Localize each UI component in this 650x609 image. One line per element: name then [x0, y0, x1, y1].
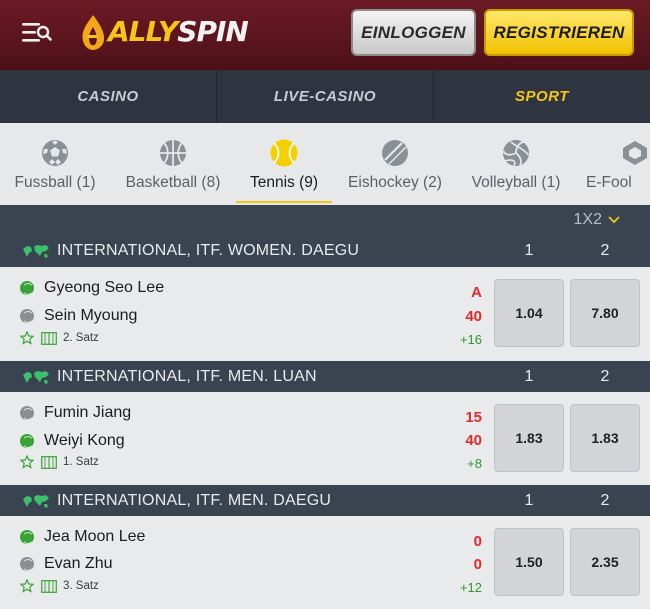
score-home: 0 [473, 533, 482, 550]
world-map-icon [23, 371, 49, 384]
league-header[interactable]: INTERNATIONAL, ITF. MEN. LUAN 1 2 [0, 361, 650, 393]
sport-label: Basketball (8) [125, 174, 221, 191]
player-name: Weiyi Kong [44, 432, 125, 449]
sport-basketball[interactable]: Basketball (8) [120, 138, 226, 192]
main-nav: CASINO LIVE-CASINO SPORT [0, 70, 650, 123]
tab-casino[interactable]: CASINO [0, 70, 217, 123]
score-away: 0 [473, 556, 482, 573]
column-header-1: 1 [524, 242, 534, 259]
allyspin-logo[interactable]: ALLYSPIN [78, 12, 249, 52]
favorite-star-icon[interactable] [20, 331, 34, 345]
sport-tennis[interactable]: Tennis (9) [244, 138, 324, 192]
top-header: ALLYSPIN EINLOGGEN REGISTRIEREN [0, 0, 650, 70]
league-name: INTERNATIONAL, ITF. WOMEN. DAEGU [57, 242, 360, 259]
player-name: Gyeong Seo Lee [44, 279, 165, 296]
register-button[interactable]: REGISTRIEREN [484, 9, 634, 56]
match-row[interactable]: Gyeong Seo Lee Sein Myoung 2. Satz A 40 … [0, 267, 650, 361]
match-row[interactable]: Fumin Jiang Weiyi Kong 1. Satz 15 40 +8 … [0, 392, 650, 486]
court-icon[interactable] [41, 579, 57, 593]
league-header[interactable]: INTERNATIONAL, ITF. WOMEN. DAEGU 1 2 [0, 235, 650, 267]
column-header-2: 2 [600, 242, 610, 259]
column-header-2: 2 [600, 492, 610, 509]
league-header[interactable]: INTERNATIONAL, ITF. MEN. DAEGU 1 2 [0, 485, 650, 517]
player-away: Evan Zhu [20, 555, 112, 573]
player-name: Jea Moon Lee [44, 528, 146, 545]
column-header-2: 2 [600, 368, 610, 385]
set-status: 2. Satz [63, 332, 99, 344]
league-name: INTERNATIONAL, ITF. MEN. LUAN [57, 368, 317, 385]
esports-icon [623, 141, 647, 165]
sport-soccer[interactable]: Fussball (1) [12, 138, 98, 192]
more-markets-link[interactable]: +12 [442, 580, 482, 595]
odds-button-1[interactable]: 1.83 [494, 404, 564, 472]
tennis-ball-icon [270, 139, 298, 167]
odds-button-2[interactable]: 1.83 [570, 404, 640, 472]
column-header-1: 1 [524, 492, 534, 509]
sport-label: Fussball (1) [14, 174, 96, 191]
score-away: 40 [465, 432, 482, 449]
sport-esports[interactable]: E-Fool [586, 138, 650, 192]
set-status: 1. Satz [63, 456, 99, 468]
odds-button-1[interactable]: 1.50 [494, 528, 564, 596]
sport-label: Volleyball (1) [471, 174, 561, 191]
player-away: Sein Myoung [20, 307, 137, 325]
active-sport-underline [236, 201, 332, 203]
more-markets-link[interactable]: +16 [442, 332, 482, 347]
column-header-1: 1 [524, 368, 534, 385]
player-home: Gyeong Seo Lee [20, 279, 164, 297]
player-name: Sein Myoung [44, 307, 138, 324]
logo-text-spin: SPIN [177, 15, 249, 48]
court-icon[interactable] [41, 331, 57, 345]
soccer-ball-icon [42, 140, 68, 166]
match-meta: 2. Satz [20, 331, 99, 345]
serve-indicator-icon [20, 530, 34, 544]
match-meta: 1. Satz [20, 455, 99, 469]
flame-logo-icon [82, 15, 105, 50]
volleyball-icon [502, 140, 530, 167]
sport-label: E-Fool [586, 174, 632, 191]
logo-text-ally: ALLY [108, 15, 178, 48]
menu-search-icon[interactable] [22, 20, 52, 46]
odds-button-2[interactable]: 2.35 [570, 528, 640, 596]
score-away: 40 [465, 308, 482, 325]
sport-label: Eishockey (2) [348, 174, 442, 191]
player-away: Weiyi Kong [20, 432, 125, 450]
odds-button-2[interactable]: 7.80 [570, 279, 640, 347]
favorite-star-icon[interactable] [20, 455, 34, 469]
world-map-icon [23, 495, 49, 508]
match-row[interactable]: Jea Moon Lee Evan Zhu 3. Satz 0 0 +12 1.… [0, 516, 650, 609]
more-markets-link[interactable]: +8 [442, 456, 482, 471]
court-icon[interactable] [41, 455, 57, 469]
match-meta: 3. Satz [20, 579, 99, 593]
league-name: INTERNATIONAL, ITF. MEN. DAEGU [57, 492, 332, 509]
sport-volleyball[interactable]: Volleyball (1) [466, 138, 566, 192]
tennis-ball-icon [20, 309, 34, 323]
tennis-ball-icon [20, 406, 34, 420]
player-name: Evan Zhu [44, 555, 113, 572]
sport-icehockey[interactable]: Eishockey (2) [342, 138, 448, 192]
serve-indicator-icon [20, 434, 34, 448]
odds-button-1[interactable]: 1.04 [494, 279, 564, 347]
tab-sport[interactable]: SPORT [434, 70, 650, 123]
serve-indicator-icon [20, 281, 34, 295]
score-home: A [471, 284, 482, 301]
hockey-puck-icon [382, 140, 408, 166]
favorite-star-icon[interactable] [20, 579, 34, 593]
sport-label: Tennis (9) [249, 174, 319, 191]
odds-type-selector[interactable]: 1X2 [574, 211, 602, 229]
chevron-down-icon[interactable] [608, 214, 620, 226]
score-home: 15 [465, 409, 482, 426]
login-button[interactable]: EINLOGGEN [351, 9, 476, 56]
player-home: Fumin Jiang [20, 404, 131, 422]
tab-live-casino[interactable]: LIVE-CASINO [217, 70, 434, 123]
sports-category-bar: Fussball (1) Basketball (8) Tennis (9) E… [0, 123, 650, 205]
player-home: Jea Moon Lee [20, 528, 145, 546]
tennis-ball-icon [20, 557, 34, 571]
set-status: 3. Satz [63, 580, 99, 592]
odds-type-row: 1X2 [0, 205, 650, 235]
world-map-icon [23, 245, 49, 258]
player-name: Fumin Jiang [44, 404, 132, 421]
basketball-icon [160, 140, 186, 166]
